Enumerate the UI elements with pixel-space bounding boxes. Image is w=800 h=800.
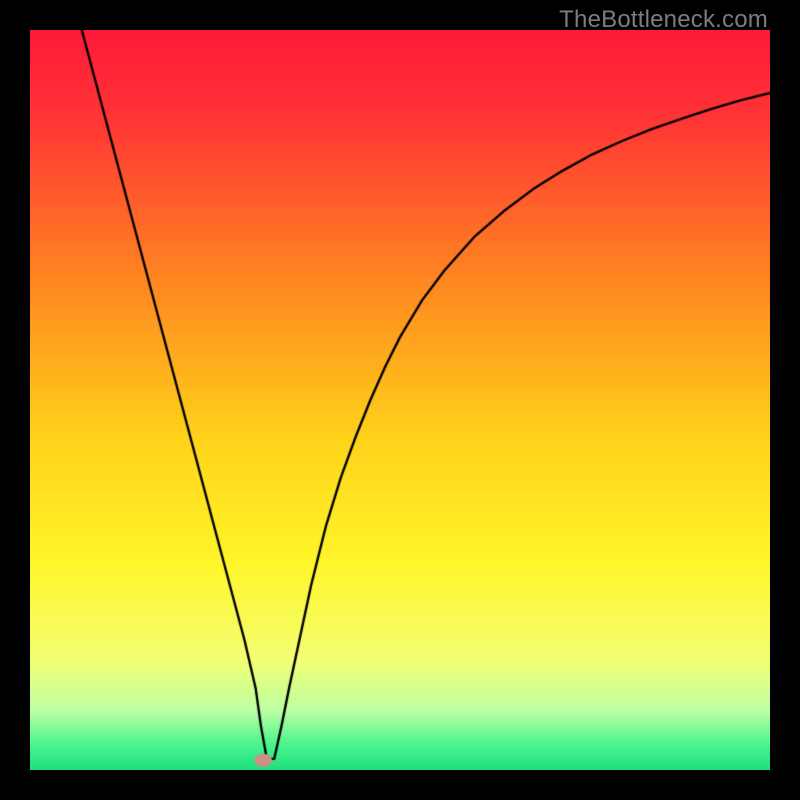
plot-area <box>30 30 770 770</box>
bottleneck-curve <box>30 30 770 770</box>
watermark-text: TheBottleneck.com <box>559 6 768 34</box>
chart-frame: TheBottleneck.com <box>0 0 800 800</box>
